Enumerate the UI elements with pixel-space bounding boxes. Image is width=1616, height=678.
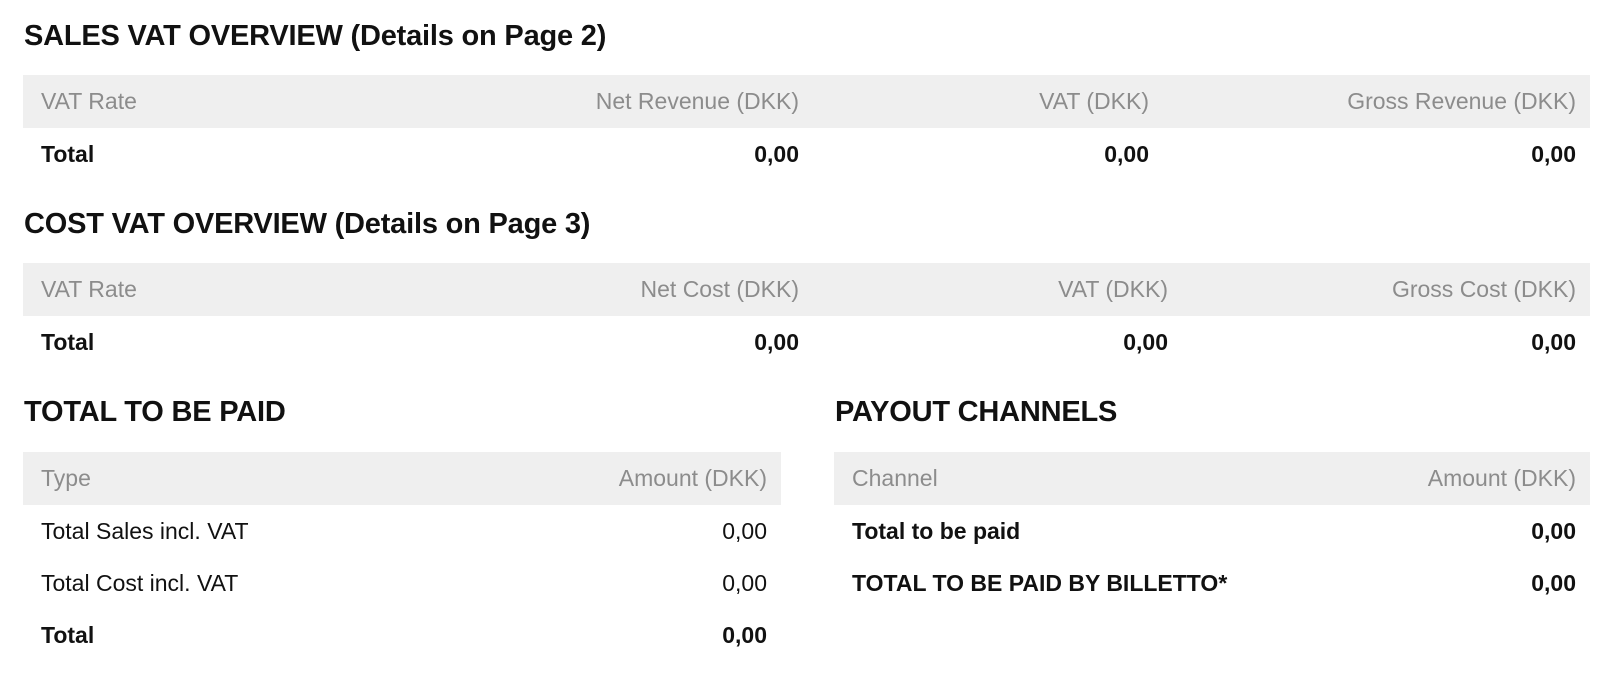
total-to-be-paid-table: Type Amount (DKK) Total Sales incl. VAT … bbox=[23, 452, 781, 661]
total-label: Total bbox=[41, 328, 95, 355]
column-header-net-revenue: Net Revenue (DKK) bbox=[443, 75, 813, 128]
table-header-row: Channel Amount (DKK) bbox=[834, 452, 1590, 505]
column-header-vat: VAT (DKK) bbox=[813, 75, 1163, 128]
column-header-channel: Channel bbox=[834, 452, 1304, 505]
table-header-row: VAT Rate Net Cost (DKK) VAT (DKK) Gross … bbox=[23, 263, 1590, 316]
cost-vat-title: COST VAT OVERVIEW (Details on Page 3) bbox=[24, 208, 591, 240]
total-row: Total 0,00 bbox=[23, 609, 781, 661]
column-header-gross-cost: Gross Cost (DKK) bbox=[1182, 263, 1590, 316]
gross-cost-total: 0,00 bbox=[1531, 328, 1576, 355]
total-amount: 0,00 bbox=[722, 621, 767, 648]
gross-revenue-total: 0,00 bbox=[1531, 140, 1576, 167]
table-row: Total Cost incl. VAT 0,00 bbox=[23, 557, 781, 609]
table-row: Total Sales incl. VAT 0,00 bbox=[23, 505, 781, 557]
row-amount: 0,00 bbox=[1531, 517, 1576, 544]
total-label: Total bbox=[41, 140, 95, 167]
row-amount: 0,00 bbox=[722, 517, 767, 544]
row-amount: 0,00 bbox=[1531, 569, 1576, 596]
total-to-be-paid-title: TOTAL TO BE PAID bbox=[24, 396, 286, 428]
table-row: TOTAL TO BE PAID BY BILLETTO* 0,00 bbox=[834, 557, 1590, 609]
payout-channels-table: Channel Amount (DKK) Total to be paid 0,… bbox=[834, 452, 1590, 609]
row-label: TOTAL TO BE PAID BY BILLETTO* bbox=[852, 569, 1228, 596]
column-header-vat-rate: VAT Rate bbox=[23, 75, 443, 128]
table-header-row: Type Amount (DKK) bbox=[23, 452, 781, 505]
total-row: Total 0,00 0,00 0,00 bbox=[23, 128, 1590, 180]
net-revenue-total: 0,00 bbox=[754, 140, 799, 167]
cost-vat-table: VAT Rate Net Cost (DKK) VAT (DKK) Gross … bbox=[23, 263, 1590, 368]
column-header-amount: Amount (DKK) bbox=[443, 452, 781, 505]
column-header-vat-rate: VAT Rate bbox=[23, 263, 443, 316]
column-header-type: Type bbox=[23, 452, 443, 505]
total-label: Total bbox=[41, 621, 95, 648]
table-header-row: VAT Rate Net Revenue (DKK) VAT (DKK) Gro… bbox=[23, 75, 1590, 128]
payout-channels-title: PAYOUT CHANNELS bbox=[835, 396, 1118, 428]
vat-total: 0,00 bbox=[1104, 140, 1149, 167]
row-amount: 0,00 bbox=[722, 569, 767, 596]
sales-vat-title: SALES VAT OVERVIEW (Details on Page 2) bbox=[24, 20, 607, 52]
sales-vat-table: VAT Rate Net Revenue (DKK) VAT (DKK) Gro… bbox=[23, 75, 1590, 180]
column-header-vat: VAT (DKK) bbox=[813, 263, 1182, 316]
row-label: Total to be paid bbox=[852, 517, 1021, 544]
table-row: Total to be paid 0,00 bbox=[834, 505, 1590, 557]
row-label: Total Sales incl. VAT bbox=[41, 517, 249, 544]
column-header-amount: Amount (DKK) bbox=[1304, 452, 1590, 505]
row-label: Total Cost incl. VAT bbox=[41, 569, 239, 596]
vat-total: 0,00 bbox=[1123, 328, 1168, 355]
total-row: Total 0,00 0,00 0,00 bbox=[23, 316, 1590, 368]
net-cost-total: 0,00 bbox=[754, 328, 799, 355]
column-header-net-cost: Net Cost (DKK) bbox=[443, 263, 813, 316]
column-header-gross-revenue: Gross Revenue (DKK) bbox=[1163, 75, 1590, 128]
